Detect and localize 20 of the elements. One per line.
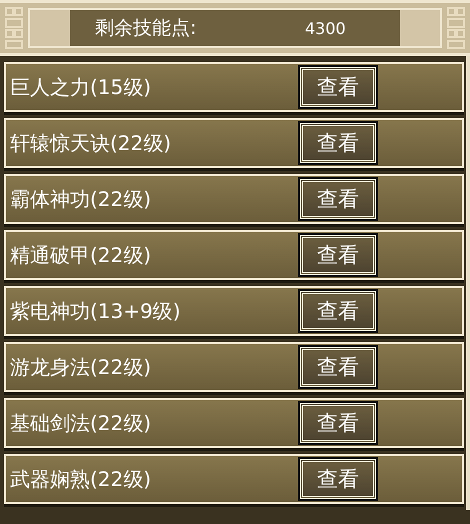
points-value: 4300 (305, 18, 346, 38)
skill-name: 霸体神功(22级) (9, 186, 152, 212)
view-button[interactable]: 查看 (300, 123, 376, 163)
view-button[interactable]: 查看 (300, 347, 376, 387)
view-button[interactable]: 查看 (300, 179, 376, 219)
skill-name: 轩辕惊天诀(22级) (9, 130, 172, 156)
skill-name: 巨人之力(15级) (9, 74, 152, 100)
view-button[interactable]: 查看 (300, 235, 376, 275)
view-button[interactable]: 查看 (300, 67, 376, 107)
skill-name: 紫电神功(13+9级) (9, 298, 182, 324)
skill-name: 武器娴熟(22级) (9, 466, 152, 492)
skill-name: 游龙身法(22级) (9, 354, 152, 380)
view-button[interactable]: 查看 (300, 403, 376, 443)
view-button[interactable]: 查看 (300, 291, 376, 331)
skill-name: 精通破甲(22级) (9, 242, 152, 268)
knot-ornament-icon (4, 6, 24, 50)
view-button[interactable]: 查看 (300, 459, 376, 499)
knot-ornament-icon (446, 6, 466, 50)
skill-name: 基础剑法(22级) (9, 410, 152, 436)
points-label: 剩余技能点: (95, 16, 198, 41)
